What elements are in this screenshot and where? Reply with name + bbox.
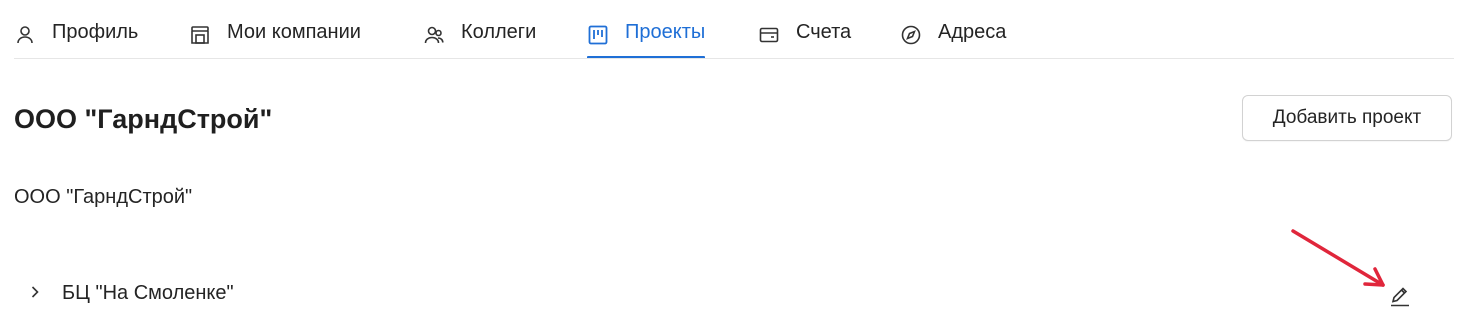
page-title: ООО "ГарндСтрой": [14, 104, 273, 134]
tab-bar-divider: [14, 58, 1454, 59]
tab-bar: Профиль Мои компании Коллеги Проекты Сче…: [0, 0, 1470, 60]
tab-my-companies-label: Мои компании: [227, 21, 361, 43]
tab-addresses[interactable]: Адреса: [900, 14, 1006, 58]
tab-accounts[interactable]: Счета: [758, 14, 851, 58]
board-icon: [587, 24, 609, 46]
add-project-button[interactable]: Добавить проект: [1242, 95, 1452, 141]
chevron-right-icon[interactable]: [26, 283, 44, 301]
tab-profile-label: Профиль: [52, 21, 139, 43]
project-name: БЦ "На Смоленке": [62, 282, 234, 304]
wallet-icon: [758, 24, 780, 46]
store-icon: [189, 24, 211, 46]
project-row[interactable]: БЦ "На Смоленке": [0, 275, 1470, 315]
person-icon: [14, 24, 36, 46]
tab-colleagues[interactable]: Коллеги: [423, 14, 536, 58]
tab-my-companies[interactable]: Мои компании: [189, 14, 361, 58]
compass-icon: [900, 24, 922, 46]
tab-colleagues-label: Коллеги: [461, 21, 537, 43]
tab-projects-label: Проекты: [625, 21, 706, 43]
tab-addresses-label: Адреса: [938, 21, 1007, 43]
tab-profile[interactable]: Профиль: [14, 14, 138, 58]
tab-projects[interactable]: Проекты: [587, 14, 706, 59]
people-icon: [423, 24, 445, 46]
tab-accounts-label: Счета: [796, 21, 852, 43]
annotation-arrow: [1291, 229, 1385, 287]
company-subtitle: ООО "ГарндСтрой": [14, 186, 193, 208]
